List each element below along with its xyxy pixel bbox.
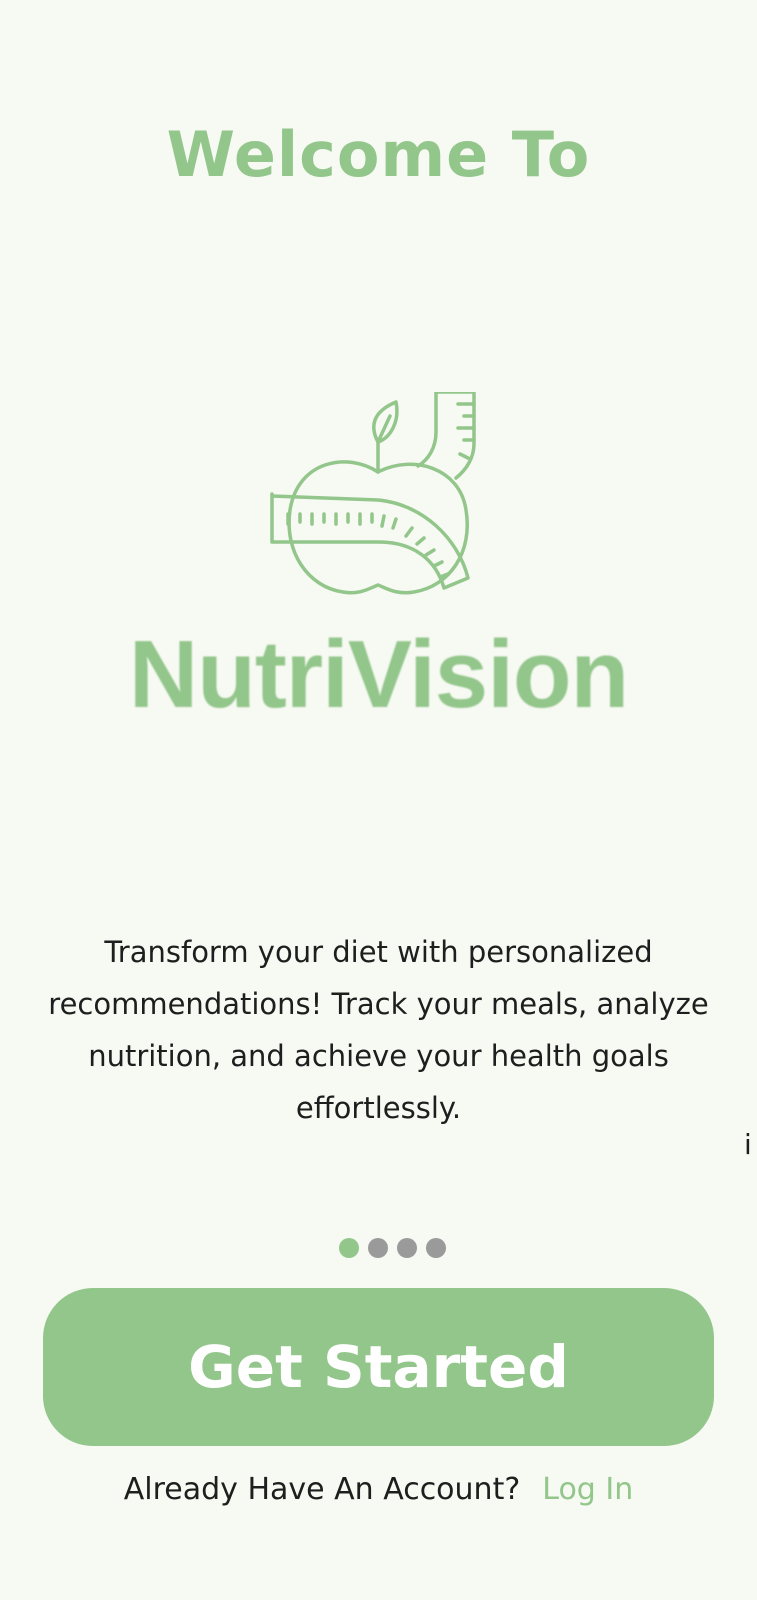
login-prompt-row: Already Have An Account? Log In [0, 1472, 757, 1507]
login-prompt-text: Already Have An Account? [123, 1472, 521, 1507]
pagination-dot-3[interactable] [397, 1238, 417, 1258]
pagination-dot-4[interactable] [426, 1238, 446, 1258]
pagination-dot-2[interactable] [368, 1238, 388, 1258]
pagination-dot-1[interactable] [339, 1238, 359, 1258]
apple-with-measuring-tape-icon [270, 392, 476, 595]
pagination-dots [339, 1238, 446, 1258]
edge-text-fragment: i [744, 1128, 752, 1161]
login-link[interactable]: Log In [542, 1472, 633, 1507]
get-started-button[interactable]: Get Started [43, 1288, 714, 1446]
welcome-title: Welcome To [166, 118, 591, 191]
intro-description: Transform your diet with personalized re… [48, 935, 709, 1125]
brand-name: NutriVision [128, 621, 629, 728]
